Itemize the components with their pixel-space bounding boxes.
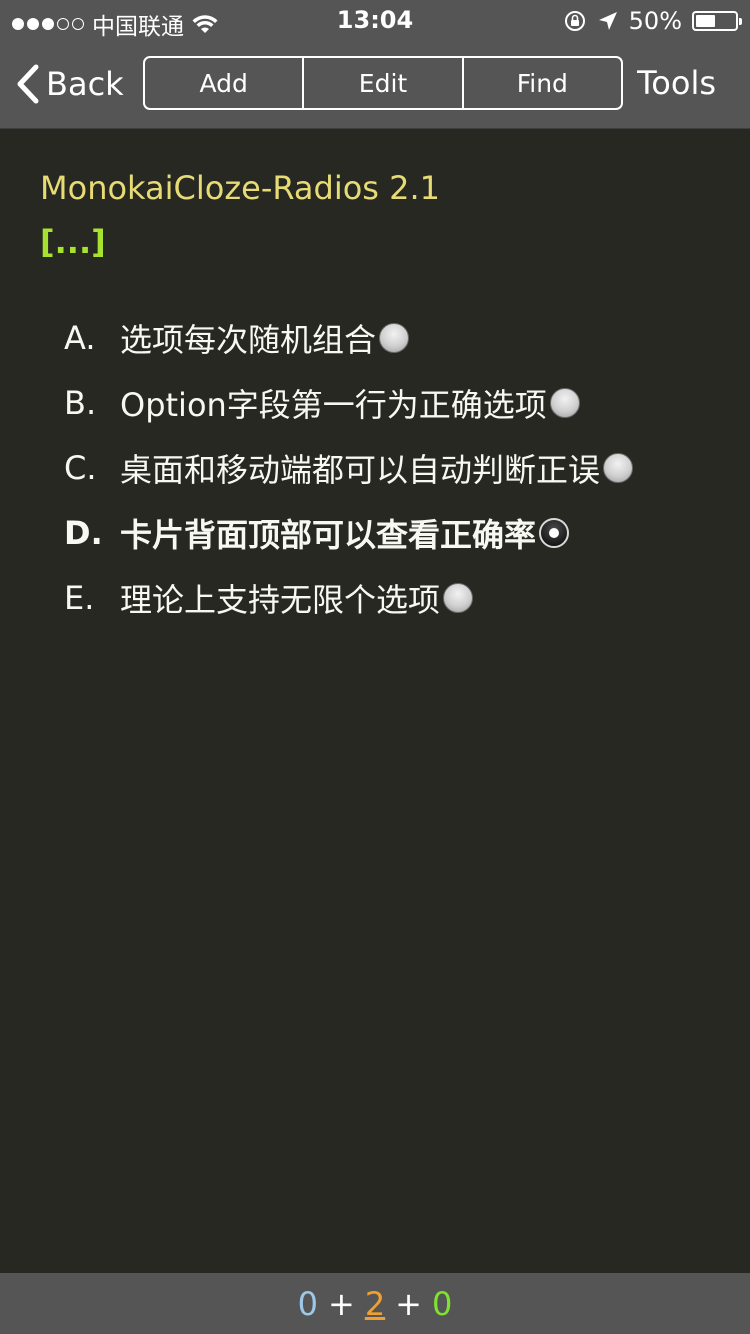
review-count: 0 bbox=[431, 1284, 453, 1323]
back-button[interactable]: Back bbox=[14, 60, 124, 108]
card-content: MonokaiCloze-Radios 2.1 [...] A. 选项每次随机组… bbox=[0, 129, 750, 1273]
location-arrow-icon bbox=[598, 12, 617, 30]
option-text: 理论上支持无限个选项 bbox=[120, 580, 441, 619]
navigation-bar: Back Add Edit Find Tools bbox=[0, 40, 750, 129]
option-a[interactable]: A. 选项每次随机组合 bbox=[64, 305, 744, 370]
status-right: 50% bbox=[563, 7, 742, 35]
option-letter: A. bbox=[64, 318, 96, 357]
option-c[interactable]: C. 桌面和移动端都可以自动判断正误 bbox=[64, 435, 744, 500]
radio-icon[interactable] bbox=[539, 517, 570, 548]
new-count: 0 bbox=[297, 1284, 318, 1323]
status-bar: 中国联通 13:04 50% bbox=[0, 0, 750, 40]
action-segmented-control: Add Edit Find bbox=[143, 56, 623, 110]
radio-icon[interactable] bbox=[549, 387, 580, 418]
option-e[interactable]: E. 理论上支持无限个选项 bbox=[64, 565, 744, 630]
option-letter: B. bbox=[64, 383, 97, 422]
find-button[interactable]: Find bbox=[461, 58, 621, 108]
option-b[interactable]: B. Option字段第一行为正确选项 bbox=[64, 370, 744, 435]
plus-sign: + bbox=[328, 1284, 355, 1323]
option-text: 选项每次随机组合 bbox=[120, 320, 377, 359]
option-d[interactable]: D. 卡片背面顶部可以查看正确率 bbox=[64, 500, 744, 565]
option-text: Option字段第一行为正确选项 bbox=[120, 385, 547, 424]
card-title: MonokaiCloze-Radios 2.1 bbox=[40, 169, 441, 207]
add-button[interactable]: Add bbox=[145, 58, 302, 108]
options-list: A. 选项每次随机组合 B. Option字段第一行为正确选项 C. 桌面和移动… bbox=[64, 305, 744, 630]
option-letter: D. bbox=[64, 513, 103, 552]
option-letter: C. bbox=[64, 448, 97, 487]
battery-fill bbox=[696, 15, 715, 27]
option-text: 桌面和移动端都可以自动判断正误 bbox=[120, 450, 601, 489]
due-counts-bar: 0 + 2 + 0 bbox=[0, 1273, 750, 1334]
cloze-placeholder: [...] bbox=[40, 223, 106, 261]
edit-button[interactable]: Edit bbox=[302, 58, 461, 108]
tools-button[interactable]: Tools bbox=[637, 64, 716, 102]
chevron-left-icon bbox=[17, 64, 39, 104]
plus-sign: + bbox=[395, 1284, 422, 1323]
battery-icon bbox=[692, 11, 742, 31]
orientation-lock-icon bbox=[564, 11, 585, 31]
back-label: Back bbox=[46, 65, 124, 103]
option-text: 卡片背面顶部可以查看正确率 bbox=[120, 515, 537, 554]
learning-count: 2 bbox=[364, 1284, 386, 1323]
radio-icon[interactable] bbox=[443, 582, 474, 613]
battery-percent: 50% bbox=[628, 7, 682, 35]
option-letter: E. bbox=[64, 578, 95, 617]
radio-icon[interactable] bbox=[379, 322, 410, 353]
screen: 中国联通 13:04 50% Back Add Edit Find Tools … bbox=[0, 0, 750, 1334]
radio-icon[interactable] bbox=[603, 452, 634, 483]
